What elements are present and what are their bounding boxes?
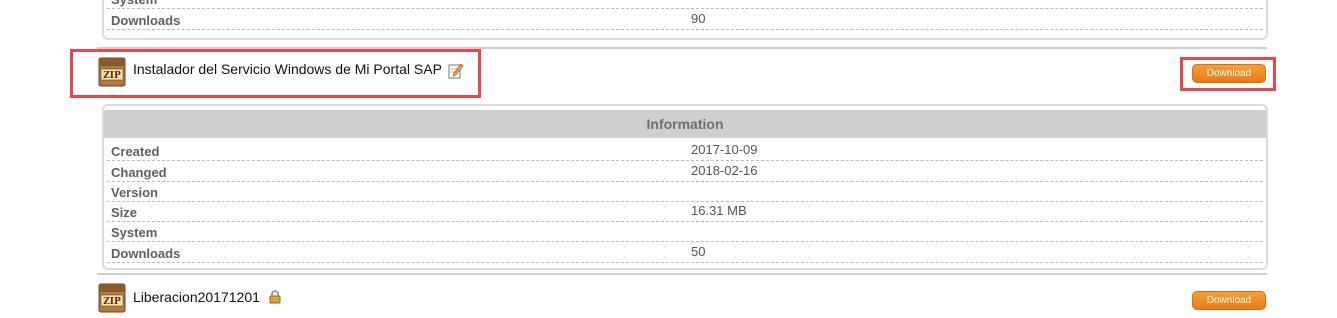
info-row-created: Created 2017-10-09 [107, 140, 1263, 161]
info-row-version: Version [107, 181, 1263, 202]
title-highlight [70, 49, 481, 98]
info-label: Downloads [111, 246, 181, 261]
download-highlight [1180, 57, 1276, 91]
lock-icon [269, 290, 281, 304]
info-panel: Information Created 2017-10-09 Changed 2… [102, 104, 1268, 270]
info-row-size: Size 16.31 MB [107, 201, 1263, 222]
info-row-system: System [107, 0, 1263, 9]
previous-info-panel: System Downloads 90 [102, 0, 1268, 40]
info-row-downloads: Downloads 90 [107, 9, 1263, 30]
info-label: Downloads [111, 13, 181, 28]
info-row-downloads: Downloads 50 [107, 242, 1263, 263]
info-value: 50 [691, 244, 706, 259]
info-row-changed: Changed 2018-02-16 [107, 161, 1263, 182]
info-label: Version [111, 185, 158, 200]
info-label: Size [111, 205, 138, 220]
zip-archive-icon: ZIP [98, 283, 126, 313]
info-row-system: System [107, 221, 1263, 242]
info-label: Changed [111, 165, 167, 180]
info-label: System [111, 225, 158, 240]
separator [97, 273, 1267, 275]
info-header: Information [104, 110, 1266, 138]
svg-text:ZIP: ZIP [103, 297, 121, 307]
info-value: 2017-10-09 [691, 142, 758, 157]
info-value: 2018-02-16 [691, 163, 758, 178]
info-value: 16.31 MB [691, 203, 747, 218]
download-button[interactable]: Download [1192, 291, 1266, 310]
info-label: Created [111, 144, 160, 159]
file-title[interactable]: Liberacion20171201 [133, 289, 260, 305]
info-value: 90 [691, 11, 706, 26]
